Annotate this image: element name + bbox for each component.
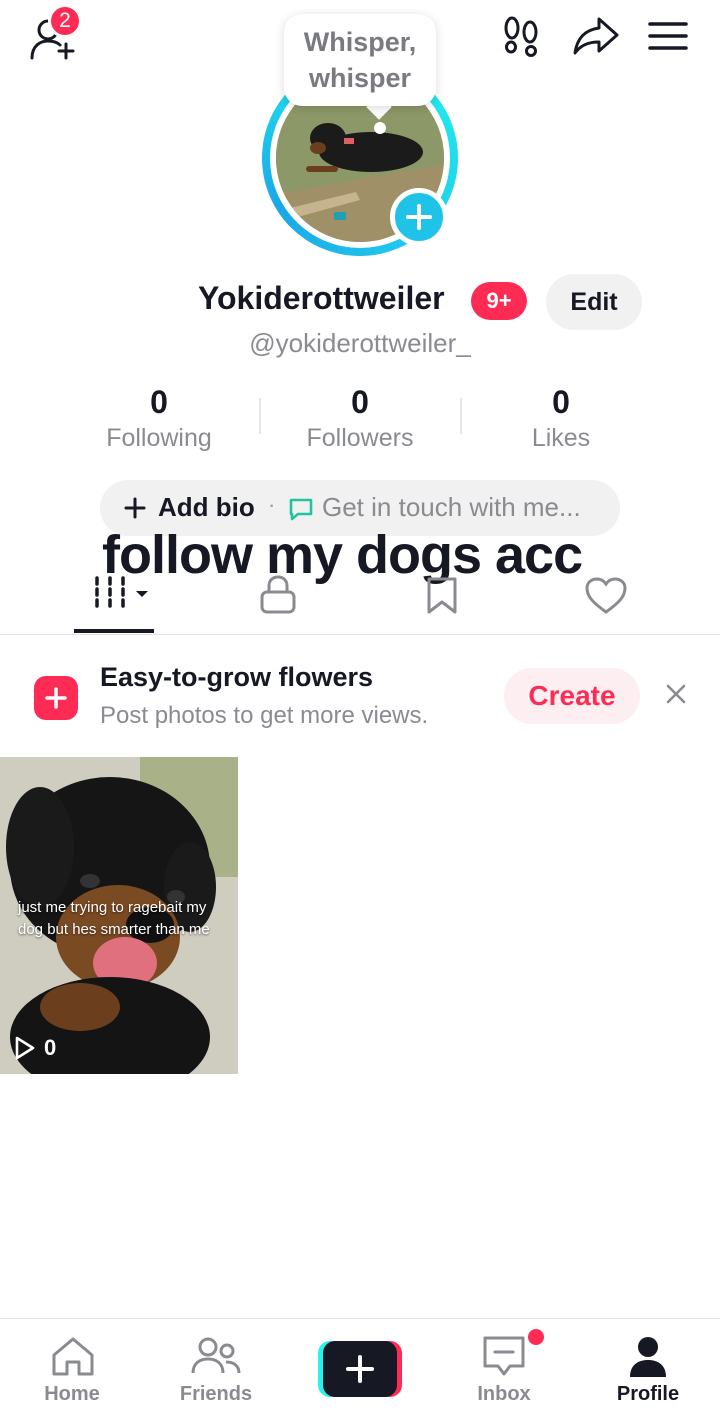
- profile-icon: [630, 1337, 666, 1377]
- bio-separator: ·: [268, 492, 276, 517]
- active-tab-indicator: [74, 629, 154, 633]
- inbox-notification-dot: [528, 1329, 544, 1345]
- friends-badge: 2: [48, 4, 82, 38]
- hamburger-menu-icon: [648, 22, 688, 50]
- stat-value: 0: [150, 384, 168, 420]
- tab-divider: [0, 634, 720, 635]
- create-button[interactable]: Create: [504, 668, 640, 724]
- stat-value: 0: [351, 384, 369, 420]
- nav-inbox[interactable]: Inbox: [444, 1319, 564, 1416]
- note-line-2: whisper: [308, 63, 412, 93]
- chat-bubble-icon: [289, 498, 313, 521]
- video-caption: just me trying to ragebait my dog but he…: [18, 899, 210, 938]
- tab-private[interactable]: [258, 574, 298, 616]
- add-bio-button[interactable]: Add bio: [158, 492, 255, 523]
- nav-label: Friends: [179, 1383, 253, 1405]
- note-line-1: Whisper,: [303, 27, 417, 57]
- bottom-navigation: Home Friends Inbox Profile: [0, 1318, 720, 1416]
- stat-followers[interactable]: 0 Followers: [260, 382, 460, 454]
- stat-label: Following: [106, 424, 212, 452]
- view-count: 0: [44, 1035, 57, 1060]
- stat-following[interactable]: 0 Following: [59, 382, 259, 454]
- nav-friends[interactable]: Friends: [156, 1319, 276, 1416]
- tab-liked[interactable]: [584, 576, 628, 616]
- stat-label: Followers: [306, 424, 414, 452]
- play-icon: [15, 1036, 35, 1060]
- promo-title: Easy-to-grow flowers: [100, 662, 374, 692]
- nav-profile[interactable]: Profile: [588, 1319, 708, 1416]
- lock-icon: [260, 575, 296, 614]
- video-thumbnail[interactable]: just me trying to ragebait my dog but he…: [0, 757, 238, 1074]
- promo-subtitle: Post photos to get more views.: [100, 702, 429, 729]
- plus-icon: [124, 497, 146, 519]
- share-arrow-icon: [573, 17, 619, 55]
- tab-saved[interactable]: [424, 576, 460, 616]
- stat-label: Likes: [531, 424, 591, 452]
- nav-label: Home: [44, 1383, 100, 1405]
- username-handle: @yokiderottweiler_: [249, 328, 471, 358]
- note-bubble[interactable]: Whisper, whisper: [284, 14, 436, 106]
- menu-button[interactable]: [644, 14, 692, 58]
- contact-button[interactable]: Get in touch with me...: [322, 492, 581, 523]
- name-badge[interactable]: 9+: [471, 282, 527, 320]
- friends-icon: [191, 1337, 241, 1374]
- stat-value: 0: [552, 384, 570, 420]
- plus-icon: [406, 204, 432, 230]
- home-icon: [52, 1337, 94, 1376]
- close-icon: [666, 684, 686, 704]
- stat-likes[interactable]: 0 Likes: [461, 382, 661, 454]
- add-photo-icon: [34, 676, 78, 720]
- create-plus-icon: [318, 1341, 402, 1397]
- heart-icon: [585, 577, 627, 614]
- bookmark-icon: [427, 577, 457, 614]
- tab-videos[interactable]: [90, 576, 160, 616]
- grid-icon: [95, 576, 148, 612]
- edit-profile-button[interactable]: Edit: [546, 274, 642, 330]
- close-promo-button[interactable]: [662, 680, 690, 708]
- overlay-caption-text: follow my dogs acc: [102, 525, 583, 585]
- inbox-icon: [483, 1336, 525, 1376]
- video-views: 0: [14, 1035, 56, 1061]
- nav-label: Profile: [616, 1383, 680, 1405]
- create-video-button[interactable]: [318, 1341, 402, 1397]
- share-profile-button[interactable]: [568, 12, 624, 60]
- display-name: Yokiderottweiler: [198, 280, 445, 316]
- footprints-icon: [504, 16, 538, 57]
- add-story-button[interactable]: [390, 188, 448, 246]
- profile-views-button[interactable]: [496, 12, 546, 60]
- nav-home[interactable]: Home: [12, 1319, 132, 1416]
- nav-label: Inbox: [477, 1383, 531, 1405]
